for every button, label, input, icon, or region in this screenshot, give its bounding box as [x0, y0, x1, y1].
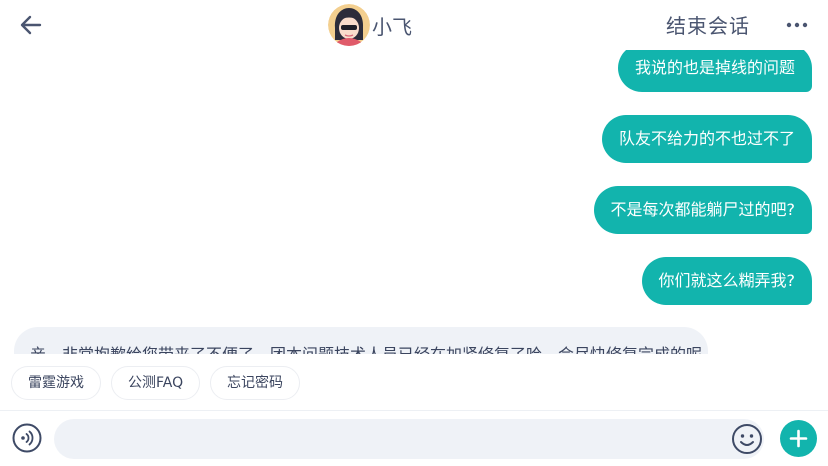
- outgoing-message: 你们就这么糊弄我?: [641, 257, 812, 305]
- quick-reply-chip[interactable]: 公测FAQ: [111, 366, 201, 400]
- quick-reply-bar: 雷霆游戏 公测FAQ 忘记密码: [0, 354, 828, 410]
- add-attachment-button[interactable]: [780, 420, 817, 457]
- girl-avatar-icon: [328, 4, 370, 46]
- outgoing-message: 不是每次都能躺尸过的吧?: [593, 186, 812, 234]
- agent-info: 小飞: [328, 4, 412, 46]
- quick-reply-chip[interactable]: 忘记密码: [210, 366, 300, 400]
- incoming-message: 亲，非常抱歉给您带来了不便了，团本问题技术人员已经在加紧修复了哈，会尽快修复完成…: [14, 327, 708, 354]
- outgoing-message: 队友不给力的不也过不了: [601, 115, 812, 163]
- chat-header: 小飞 结束会话: [0, 0, 828, 50]
- outgoing-message: 我说的也是掉线的问题: [617, 50, 812, 92]
- agent-avatar: [328, 4, 370, 46]
- chat-message-list[interactable]: 我说的也是掉线的问题 队友不给力的不也过不了 不是每次都能躺尸过的吧? 你们就这…: [0, 50, 828, 354]
- voice-input-icon[interactable]: [12, 423, 42, 453]
- arrow-left-icon[interactable]: [18, 12, 44, 38]
- quick-reply-chip[interactable]: 雷霆游戏: [11, 366, 101, 400]
- message-input[interactable]: [54, 419, 764, 459]
- input-bar: [0, 411, 828, 466]
- end-chat-button[interactable]: 结束会话: [666, 10, 750, 39]
- emoji-icon[interactable]: [731, 423, 763, 455]
- agent-name: 小飞: [372, 14, 412, 39]
- more-dots-icon[interactable]: [784, 16, 810, 34]
- plus-icon: [789, 429, 808, 448]
